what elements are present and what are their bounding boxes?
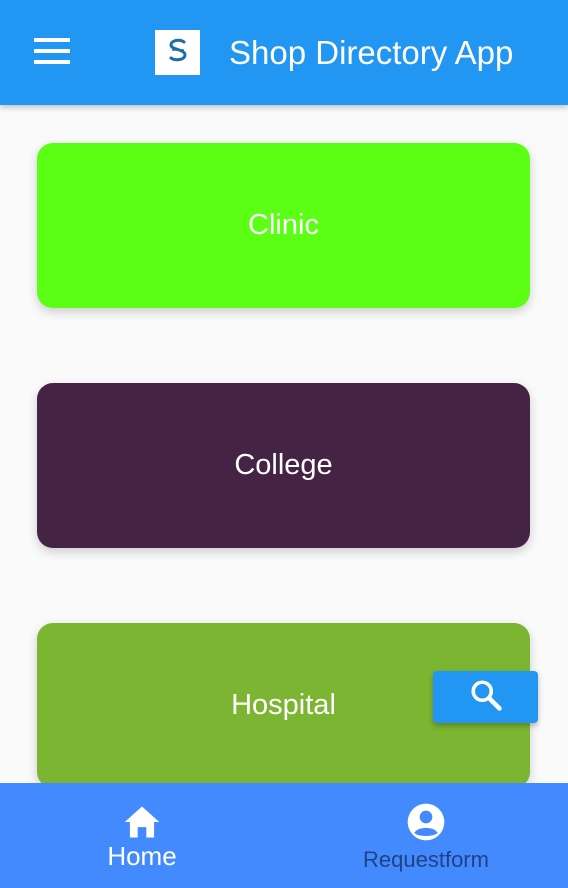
category-card-college[interactable]: College — [37, 383, 530, 548]
nav-item-label: Home — [107, 841, 177, 871]
app-bar: Shop Directory App — [0, 0, 568, 105]
category-card-label: Hospital — [231, 689, 336, 721]
nav-item-home[interactable]: Home — [0, 783, 284, 888]
search-icon — [468, 677, 504, 718]
account-circle-icon — [405, 801, 447, 843]
page-title: Shop Directory App — [229, 34, 514, 71]
category-card-label: Clinic — [248, 209, 319, 241]
nav-item-label: Requestform — [363, 847, 489, 872]
search-button[interactable] — [433, 671, 538, 723]
category-card-clinic[interactable]: Clinic — [37, 143, 530, 308]
hamburger-menu-icon — [34, 37, 70, 69]
app-logo — [155, 30, 200, 75]
menu-button[interactable] — [24, 30, 80, 76]
bottom-navigation: Home Requestform — [0, 783, 568, 888]
category-card-label: College — [234, 449, 333, 481]
home-icon — [121, 801, 163, 843]
app-logo-icon — [163, 35, 193, 70]
nav-item-requestform[interactable]: Requestform — [284, 783, 568, 888]
